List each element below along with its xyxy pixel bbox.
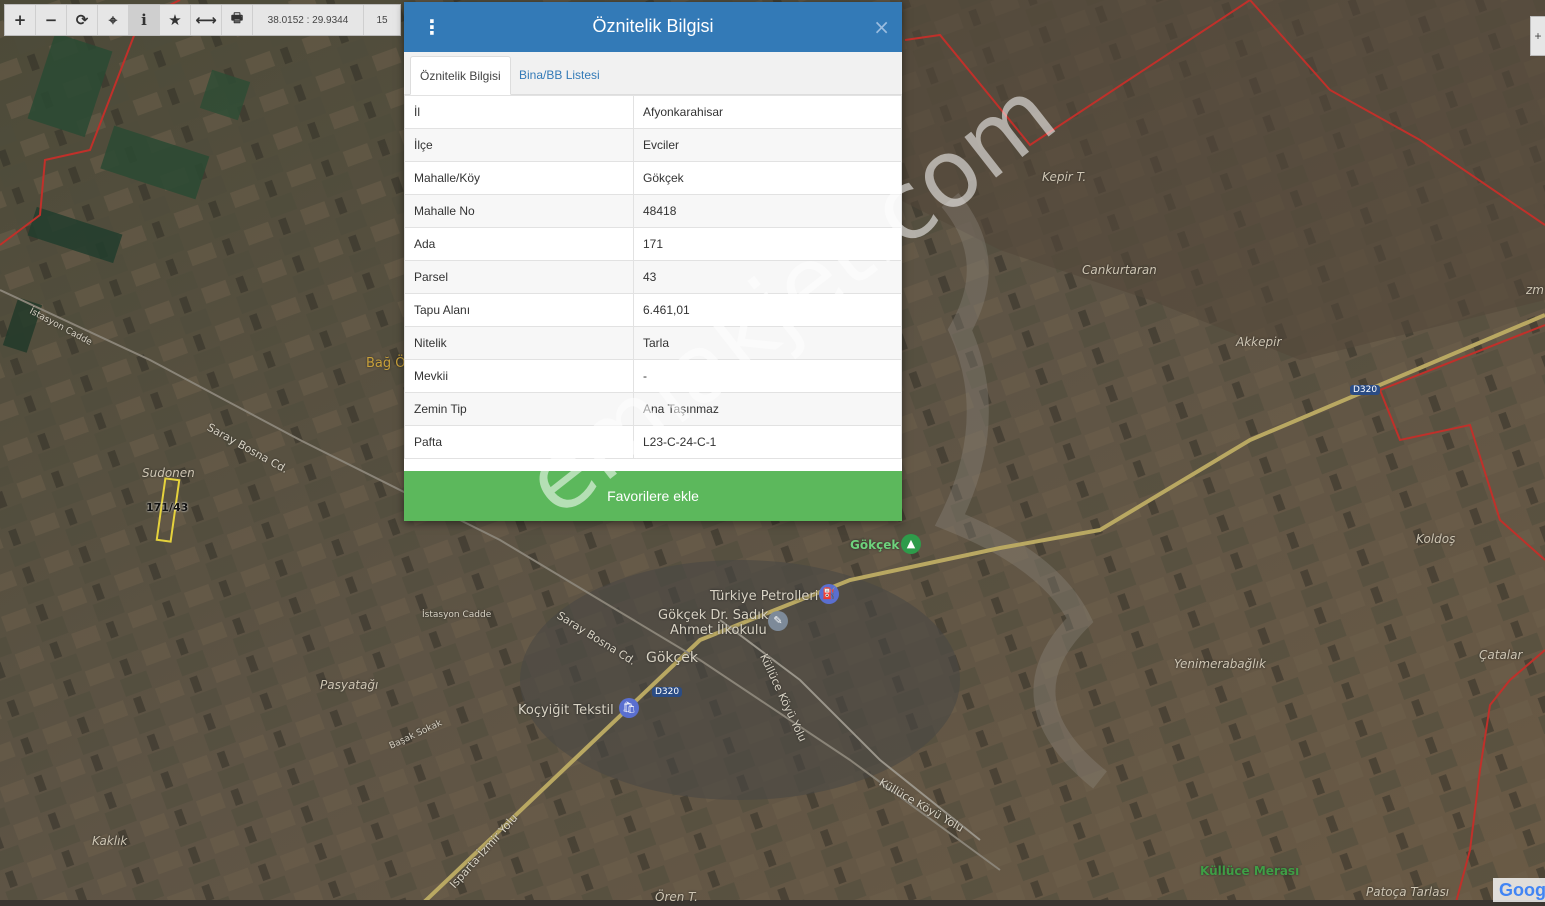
table-row: Mahalle/Köy Gökçek [404, 161, 902, 195]
attribute-value: Gökçek [633, 161, 902, 195]
map-label-sudonen: Sudonen [142, 466, 195, 480]
table-row: Nitelik Tarla [404, 326, 902, 360]
map-label-yenimerabaglik: Yenimerabağlık [1174, 657, 1266, 671]
attribute-key: İl [404, 95, 634, 129]
locate-icon[interactable]: ⌖ [98, 5, 129, 35]
attribute-key: Mahalle No [404, 194, 634, 228]
attribute-info-dialog: ⋮ Öznitelik Bilgisi × Öznitelik Bilgisi … [404, 2, 902, 521]
attribute-key: Tapu Alanı [404, 293, 634, 327]
map-label-pasyatagi: Pasyatağı [320, 678, 379, 692]
map-label-catalar: Çatalar [1479, 648, 1523, 662]
attribute-value: 48418 [633, 194, 902, 228]
map-label-gokcek-town: Gökçek [646, 650, 698, 666]
attribute-table: İl Afyonkarahisar İlçe Evciler Mahalle/Köy Gö… [404, 95, 902, 459]
attribute-value: 43 [633, 260, 902, 294]
attribute-key: Ada [404, 227, 634, 261]
zoom-level: 15 [376, 14, 388, 26]
attribute-value: Afyonkarahisar [633, 95, 902, 129]
coordinate-readout: 38.0152 : 29.9344 [253, 5, 364, 35]
google-logo: Goog [1493, 878, 1545, 902]
map-label-turkiye-petrolleri: Türkiye Petrolleri [710, 589, 819, 604]
star-icon[interactable]: ★ [160, 5, 191, 35]
park-pin-icon[interactable]: ▲ [901, 534, 921, 554]
map-label-gokcek-poi: Gökçek [850, 538, 900, 552]
table-row: Ada 171 [404, 227, 902, 261]
info-icon[interactable]: i [129, 5, 160, 35]
table-row: İl Afyonkarahisar [404, 95, 902, 129]
attribute-key: İlçe [404, 128, 634, 162]
attribute-value: - [633, 359, 902, 393]
map-label-kepir: Kepir T. [1042, 170, 1087, 184]
table-row: Parsel 43 [404, 260, 902, 294]
map-label-oren: Ören T. [655, 890, 698, 904]
table-row: Mevkii - [404, 359, 902, 393]
map-label-koldos: Koldoş [1416, 532, 1456, 546]
dialog-header: ⋮ Öznitelik Bilgisi × [404, 2, 902, 52]
dialog-title: Öznitelik Bilgisi [592, 16, 714, 36]
zoom-out-icon[interactable]: − [36, 5, 67, 35]
attribute-value: Ana Taşınmaz [633, 392, 902, 426]
map-label-zm: zm [1526, 283, 1544, 297]
attribute-key: Parsel [404, 260, 634, 294]
tab-attribute-info[interactable]: Öznitelik Bilgisi [410, 56, 511, 95]
print-icon[interactable]: 🖶 [222, 5, 253, 35]
map-label-cankurtaran: Cankurtaran [1082, 263, 1157, 277]
attribute-key: Mahalle/Köy [404, 161, 634, 195]
map-label-gokcek-school-2: Ahmet İlkokulu [670, 623, 767, 638]
tab-building-list[interactable]: Bina/BB Listesi [510, 56, 609, 94]
attribute-value: 6.461,01 [633, 293, 902, 327]
table-row: İlçe Evciler [404, 128, 902, 162]
road-shield-d320: D320 [652, 687, 683, 697]
dialog-tabs: Öznitelik Bilgisi Bina/BB Listesi [404, 52, 902, 95]
attribute-key: Nitelik [404, 326, 634, 360]
road-shield-d320-east: D320 [1350, 385, 1381, 395]
parcel-label: 171/43 [146, 501, 189, 514]
attribute-value: L23-C-24-C-1 [633, 425, 902, 459]
map-label-bag: Bağ Ö [366, 356, 406, 371]
close-icon[interactable]: × [873, 15, 890, 39]
add-to-favorites-button[interactable]: Favorilere ekle [404, 471, 902, 521]
attribute-key: Mevkii [404, 359, 634, 393]
side-panel-toggle[interactable]: + [1530, 16, 1545, 56]
map-toolbar: + − ⟳ ⌖ i ★ ⟷ 🖶 38.0152 : 29.9344 15 [4, 4, 401, 36]
map-label-gokcek-school: Gökçek Dr. Sadık [658, 608, 769, 623]
attribute-value: 171 [633, 227, 902, 261]
map-label-kocyigit: Koçyiğit Tekstil [518, 703, 614, 718]
measure-icon[interactable]: ⟷ [191, 5, 222, 35]
map-label-kulluce-merasi: Küllüce Merası [1200, 864, 1300, 878]
attribute-value: Tarla [633, 326, 902, 360]
map-label-istasyon: İstasyon Cadde [422, 610, 492, 620]
map-label-patoca: Patoça Tarlası [1366, 885, 1450, 899]
table-row: Zemin Tip Ana Taşınmaz [404, 392, 902, 426]
zoom-in-icon[interactable]: + [5, 5, 36, 35]
refresh-icon[interactable]: ⟳ [67, 5, 98, 35]
attribute-value: Evciler [633, 128, 902, 162]
fuel-pin-icon[interactable]: ⛽ [819, 584, 839, 604]
table-row: Mahalle No 48418 [404, 194, 902, 228]
table-row: Tapu Alanı 6.461,01 [404, 293, 902, 327]
shop-pin-icon[interactable]: 🛍 [619, 698, 639, 718]
table-row: Pafta L23-C-24-C-1 [404, 425, 902, 459]
attribute-key: Zemin Tip [404, 392, 634, 426]
school-pin-icon[interactable]: ✎ [768, 611, 788, 631]
map-label-kaklik: Kaklık [92, 834, 128, 848]
map-label-akkepir: Akkepir [1236, 335, 1282, 349]
attribute-key: Pafta [404, 425, 634, 459]
